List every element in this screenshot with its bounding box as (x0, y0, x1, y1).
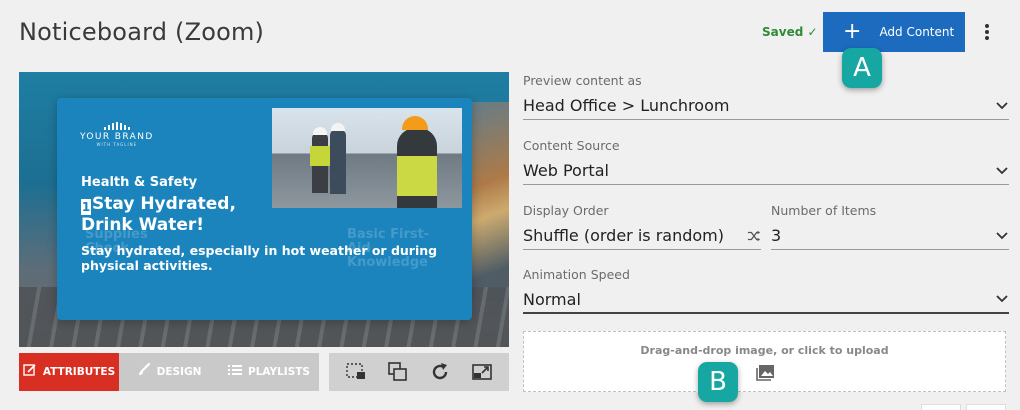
image-icon (756, 365, 774, 381)
add-content-button[interactable]: + Add Content (823, 12, 965, 52)
brand-logo: YOUR BRAND WITH TAGLINE (80, 122, 154, 147)
kebab-menu-icon[interactable] (980, 22, 994, 42)
chevron-down-icon (995, 99, 1009, 113)
number-of-items-value: 3 (771, 226, 782, 245)
upload-text: Drag-and-drop image, or click to upload (640, 344, 889, 357)
preview-as-value: Head Office > Lunchroom (523, 96, 730, 115)
brush-icon (137, 362, 151, 381)
animation-speed-label: Animation Speed (523, 267, 630, 282)
tab-playlists-label: PLAYLISTS (248, 366, 310, 378)
screenshot-icon[interactable] (345, 361, 367, 383)
animation-speed-value: Normal (523, 289, 581, 309)
external-window-icon[interactable] (471, 361, 493, 383)
workers-photo (272, 108, 462, 208)
list-icon (228, 364, 242, 380)
plus-icon: + (843, 19, 862, 44)
brand-name: YOUR BRAND (80, 132, 154, 142)
notice-card: Supplies Check Basic First-Aid Knowledge… (57, 98, 472, 320)
card-title: 1 Stay Hydrated, Drink Water! (81, 194, 281, 236)
saved-label: Saved (762, 25, 804, 39)
bottom-button-2[interactable] (966, 404, 1006, 410)
chevron-down-icon (995, 292, 1009, 306)
preview-as-label: Preview content as (523, 73, 642, 88)
card-heading: Health & Safety (81, 175, 198, 190)
display-order-value: Shuffle (order is random) (523, 226, 724, 245)
number-of-items-label: Number of Items (771, 203, 877, 218)
tab-attributes-label: ATTRIBUTES (42, 366, 116, 378)
content-source-label: Content Source (523, 138, 620, 153)
image-upload-dropzone[interactable]: Drag-and-drop image, or click to upload (523, 331, 1006, 392)
number-of-items-field[interactable]: Number of Items 3 (771, 203, 1009, 250)
content-source-value: Web Portal (523, 161, 609, 180)
saved-status: Saved ✓ (762, 25, 818, 39)
display-order-label: Display Order (523, 203, 609, 218)
tab-playlists[interactable]: PLAYLISTS (219, 353, 319, 391)
marker-b: B (698, 362, 738, 402)
add-content-label: Add Content (879, 25, 955, 39)
chevron-down-icon (995, 229, 1009, 243)
card-body: Stay hydrated, especially in hot weather… (81, 243, 438, 273)
duplicate-icon[interactable] (387, 361, 409, 383)
display-order-field[interactable]: Display Order Shuffle (order is random) (523, 203, 761, 250)
edit-icon (23, 363, 37, 381)
tab-design[interactable]: DESIGN (119, 353, 219, 391)
refresh-icon[interactable] (429, 361, 451, 383)
content-source-field[interactable]: Content Source Web Portal (523, 138, 1009, 185)
bottom-button-1[interactable] (921, 404, 961, 410)
tab-attributes[interactable]: ATTRIBUTES (19, 353, 119, 391)
page-title: Noticeboard (Zoom) (19, 18, 265, 46)
card-title-text: Stay Hydrated, Drink Water! (81, 194, 236, 235)
animation-speed-field[interactable]: Animation Speed Normal (523, 267, 1009, 314)
shuffle-icon (747, 229, 761, 243)
text-cursor: 1 (81, 199, 91, 215)
chevron-down-icon (995, 164, 1009, 178)
tab-design-label: DESIGN (156, 366, 202, 378)
preview-as-field[interactable]: Preview content as Head Office > Lunchro… (523, 73, 1009, 120)
content-preview[interactable]: Supplies Check Basic First-Aid Knowledge… (19, 72, 509, 347)
check-icon: ✓ (807, 25, 818, 39)
preview-tools (329, 353, 509, 391)
preview-tabs: ATTRIBUTES DESIGN PLAYLISTS (19, 353, 319, 391)
brand-tag: WITH TAGLINE (96, 142, 138, 147)
